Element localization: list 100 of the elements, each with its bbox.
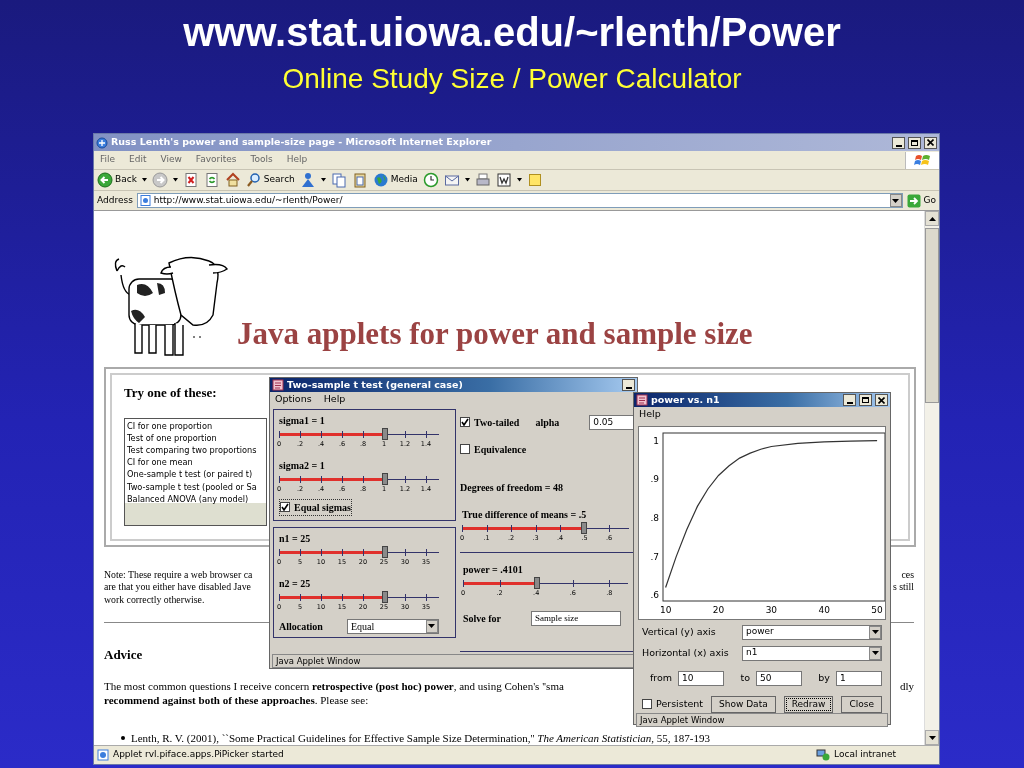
section-heading: Advice — [104, 646, 143, 665]
caret-icon[interactable] — [516, 178, 522, 182]
browser-icon — [96, 136, 108, 149]
reference-text: Lenth, R. V. (2001), ``Some Practical Guidelines for Effective Sample Size Determination,'' The American Statistician, 55, 187-193 — [131, 730, 711, 745]
caret-icon[interactable] — [141, 178, 147, 182]
refresh-button[interactable] — [203, 172, 220, 188]
slider-thumb[interactable] — [381, 427, 388, 440]
applet-list[interactable]: CI for one proportion Test of one proportion Test comparing two proportions CI for one mean One-sample t test (or paired t) Two-sample t test (pooled or Sa Balanced ANOVA (any model) — [124, 417, 267, 526]
menu-item[interactable]: File — [100, 153, 116, 167]
close-icon — [878, 396, 885, 404]
list-item[interactable]: Balanced ANOVA (any model) — [127, 492, 264, 505]
menu-item[interactable]: Edit — [129, 153, 147, 167]
stop-button[interactable] — [182, 172, 199, 188]
zone-text: Local intranet — [834, 748, 896, 762]
menu-item[interactable]: Favorites — [195, 153, 237, 167]
alpha-field[interactable]: 0.05 — [589, 414, 634, 430]
person-button[interactable] — [299, 172, 316, 188]
list-item[interactable]: CI for one proportion — [127, 419, 264, 432]
document-button[interactable] — [495, 172, 512, 188]
menu-item[interactable]: Help — [323, 392, 346, 407]
bullet-icon — [121, 735, 125, 740]
menu-item[interactable]: Help — [639, 407, 661, 422]
slider-thumb[interactable] — [580, 521, 587, 534]
window-title: Two-sample t test (general case) — [287, 378, 463, 392]
caret-icon[interactable] — [320, 178, 326, 182]
checkbox[interactable]: Persistent — [642, 696, 703, 712]
list-item[interactable]: One-sample t test (or paired t) — [127, 468, 264, 481]
list-item[interactable]: Test of one proportion — [127, 431, 264, 444]
number-field[interactable]: 50 — [756, 670, 802, 686]
checkbox[interactable]: Two-tailed — [460, 414, 520, 430]
history-button[interactable] — [422, 172, 439, 188]
list-item[interactable]: Test comparing two proportions — [127, 443, 264, 457]
clipboard-icon — [351, 172, 368, 188]
field-label: Allocation — [279, 619, 323, 634]
address-field[interactable]: http://www.stat.uiowa.edu/~rlenth/Power/ — [136, 193, 903, 208]
dropdown[interactable]: Equal — [346, 618, 439, 634]
result-text: Degrees of freedom = 48 — [460, 480, 565, 495]
number-field[interactable]: 10 — [678, 670, 725, 686]
maximize-button[interactable] — [908, 136, 921, 149]
minimize-button[interactable] — [843, 394, 856, 407]
menu-item[interactable]: Options — [275, 392, 312, 407]
slider-thumb[interactable] — [381, 545, 388, 558]
menu-item[interactable]: Help — [286, 153, 308, 167]
window-title: Russ Lenth's power and sample-size page - Microsoft Internet Explorer — [111, 135, 492, 150]
number-field[interactable]: 1 — [836, 670, 882, 686]
print-button[interactable] — [474, 172, 491, 188]
checkbox[interactable]: Equivalence — [460, 441, 527, 457]
paste-button[interactable] — [351, 172, 368, 188]
list-item[interactable]: Two-sample t test (pooled or Sa — [127, 480, 264, 493]
printer-icon — [474, 172, 491, 188]
close-button[interactable] — [875, 394, 888, 407]
solve-for-field[interactable]: Sample size — [531, 610, 622, 626]
slider-thumb[interactable] — [381, 472, 388, 485]
dropdown[interactable]: power — [742, 624, 882, 640]
minimize-button[interactable] — [622, 379, 635, 392]
address-label: Address — [97, 193, 133, 207]
dropdown[interactable]: n1 — [742, 645, 882, 661]
checkbox[interactable]: Equal sigmas — [279, 498, 352, 516]
menu-item[interactable]: Tools — [250, 153, 273, 167]
clock-icon — [422, 172, 439, 188]
slider-label: n2 = 25 — [279, 576, 312, 591]
caret-icon — [428, 624, 436, 628]
action-button[interactable]: Close — [841, 695, 882, 713]
slider-thumb[interactable] — [381, 590, 388, 603]
caret-icon[interactable] — [172, 178, 178, 182]
note-text: are that you either have disabled Jave — [104, 581, 252, 594]
media-button[interactable]: Media — [372, 172, 418, 188]
status-text: Java Applet Window — [636, 712, 888, 727]
slider-label: n1 = 25 — [279, 531, 312, 546]
scrollbar[interactable] — [924, 211, 939, 745]
go-button[interactable]: Go — [906, 193, 936, 208]
mail-button[interactable] — [443, 172, 460, 188]
close-button[interactable] — [924, 136, 937, 149]
home-button[interactable] — [224, 172, 241, 188]
back-button[interactable]: Back — [97, 172, 137, 188]
slide-subtitle: Online Study Size / Power Calculator — [282, 65, 742, 93]
note-text: s still — [893, 581, 914, 594]
status-text: Java Applet Window — [272, 653, 635, 668]
caret-icon[interactable] — [464, 178, 470, 182]
slider-thumb[interactable] — [534, 576, 541, 589]
close-icon — [927, 139, 934, 146]
list-item[interactable]: CI for one mean — [127, 456, 264, 469]
search-button[interactable]: Search — [245, 172, 295, 188]
menu-item[interactable]: View — [160, 153, 182, 167]
page-icon — [139, 195, 151, 206]
note-text: work correctly otherwise. — [104, 593, 206, 607]
action-button[interactable]: Redraw — [783, 695, 834, 713]
minimize-button[interactable] — [892, 136, 905, 149]
search-icon — [245, 172, 262, 188]
caret-icon — [928, 735, 936, 740]
caret-icon — [892, 198, 899, 203]
tick-label: 30 — [765, 604, 778, 615]
note-icon — [526, 172, 543, 188]
action-button[interactable]: Show Data — [711, 695, 776, 713]
minimize-icon — [846, 402, 853, 405]
maximize-button[interactable] — [859, 394, 872, 407]
minimize-icon — [625, 387, 632, 390]
check-icon — [281, 503, 289, 511]
field-label: Horizontal (x) axis — [642, 645, 729, 660]
section-label: Try one of these: — [124, 384, 217, 402]
